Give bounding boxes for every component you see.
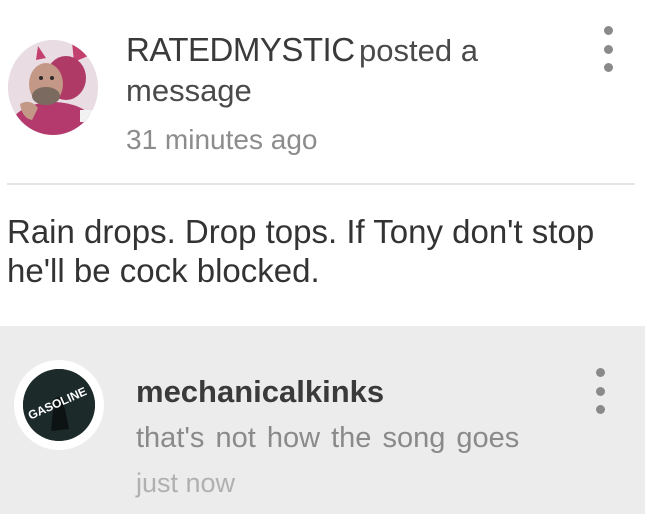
more-vert-icon[interactable] xyxy=(589,368,611,414)
post-username[interactable]: RATEDMYSTIC xyxy=(126,31,355,68)
user-avatar[interactable] xyxy=(8,40,98,135)
comment-item: GASOLINE mechanicalkinks that's not how … xyxy=(0,326,645,514)
dot-icon xyxy=(595,368,605,377)
dot-icon xyxy=(603,26,613,35)
comment-avatar[interactable]: GASOLINE xyxy=(14,360,104,450)
dot-icon xyxy=(603,44,613,54)
album-art-icon: GASOLINE xyxy=(23,369,95,441)
post-header: RATEDMYSTIC posted a message 31 minutes … xyxy=(0,0,645,186)
album-art-avatar: GASOLINE xyxy=(23,369,95,441)
dot-icon xyxy=(595,386,605,396)
more-vert-icon[interactable] xyxy=(597,26,619,72)
dot-icon xyxy=(595,405,605,414)
divider xyxy=(7,183,635,185)
post-timestamp: 31 minutes ago xyxy=(126,124,318,155)
user-avatar-photo-icon xyxy=(8,40,98,135)
dot-icon xyxy=(603,63,613,72)
post-body-text: Rain drops. Drop tops. If Tony don't sto… xyxy=(7,213,595,289)
post-headline: RATEDMYSTIC posted a message xyxy=(126,30,526,111)
comment-username[interactable]: mechanicalkinks xyxy=(136,374,384,410)
comment-text: that's not how the song goes xyxy=(136,422,520,454)
comment-timestamp: just now xyxy=(136,468,236,498)
